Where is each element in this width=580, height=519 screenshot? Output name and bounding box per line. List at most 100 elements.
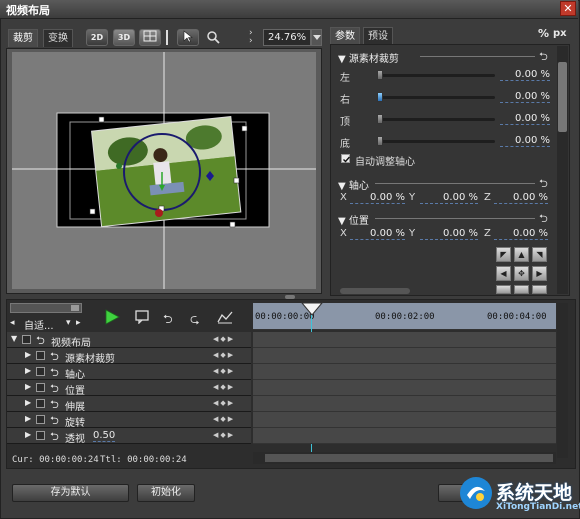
params-scroll-thumb[interactable] <box>558 62 567 132</box>
move-down-icon[interactable] <box>514 285 529 294</box>
keyframe-nav-icon[interactable]: ◀◆▶ <box>213 367 235 375</box>
keyframe-nav-icon[interactable]: ◀◆▶ <box>213 351 235 359</box>
expand-icon[interactable]: ▶ <box>25 366 31 375</box>
interp-select[interactable]: 自适... <box>24 317 54 332</box>
track-row[interactable]: ▶ ⮌ 伸展 ◀◆▶ <box>7 396 251 413</box>
keyframe-lanes[interactable] <box>253 332 556 444</box>
view-grid-icon[interactable] <box>139 29 161 46</box>
expand-icon[interactable]: ▶ <box>25 430 31 439</box>
timeline-vscrollbar[interactable] <box>557 303 568 458</box>
track-checkbox[interactable] <box>36 399 45 408</box>
undo-icon[interactable]: ⮌ <box>163 310 173 331</box>
tab-transform[interactable]: 变换 <box>43 29 73 47</box>
interp-next-icon[interactable]: ▸ <box>76 318 81 328</box>
tab-params[interactable]: 参数 <box>330 27 360 45</box>
expand-icon[interactable]: ▶ <box>25 382 31 391</box>
timeline-zoom-thumb[interactable] <box>71 305 79 311</box>
collapsed-section-header[interactable] <box>340 288 410 294</box>
move-down-left-icon[interactable] <box>496 285 511 294</box>
keyframe-lane[interactable] <box>253 332 556 348</box>
curve-graph-icon[interactable] <box>217 310 233 327</box>
auto-adjust-checkbox[interactable] <box>341 154 351 163</box>
position-section-header[interactable]: ▼ 位置 <box>338 212 369 227</box>
track-value[interactable]: 0.50 <box>93 430 116 442</box>
move-up-left-icon[interactable]: ◤ <box>496 247 511 262</box>
timeline-hscroll-thumb[interactable] <box>265 454 553 462</box>
move-right-icon[interactable]: ▶ <box>532 266 547 281</box>
tab-presets[interactable]: 预设 <box>363 27 393 45</box>
crop-bottom-thumb[interactable] <box>377 136 383 146</box>
timeline-zoom-slider[interactable] <box>10 303 82 313</box>
magnifier-icon[interactable] <box>206 30 220 47</box>
init-button[interactable]: 初始化 <box>137 484 195 502</box>
track-checkbox[interactable] <box>36 367 45 376</box>
timeline-hscrollbar[interactable] <box>253 452 556 464</box>
keyframe-lane[interactable] <box>253 412 556 428</box>
keyframe-lane[interactable] <box>253 380 556 396</box>
expand-icon[interactable]: ▶ <box>25 350 31 359</box>
track-row[interactable]: ▶ ⮌ 轴心 ◀◆▶ <box>7 364 251 381</box>
interp-prev-icon[interactable]: ◂ <box>10 318 15 328</box>
redo-icon[interactable]: ⮎ <box>190 310 200 331</box>
keyframe-lane[interactable] <box>253 364 556 380</box>
view-3d-icon[interactable]: 3D <box>113 29 135 46</box>
move-up-icon[interactable]: ▲ <box>514 247 529 262</box>
position-x-value[interactable]: 0.00 % <box>350 228 405 240</box>
undo-icon[interactable]: ⮌ <box>50 428 59 447</box>
params-scrollbar[interactable] <box>557 46 568 294</box>
crop-top-value[interactable]: 0.00 % <box>500 113 550 125</box>
crop-left-thumb[interactable] <box>377 70 383 80</box>
undo-icon[interactable]: ⮌ <box>539 210 548 229</box>
crop-bottom-value[interactable]: 0.00 % <box>500 135 550 147</box>
zoom-dropdown[interactable] <box>311 29 322 46</box>
zoom-input[interactable]: 24.76% <box>263 29 311 46</box>
move-center-icon[interactable]: ✥ <box>514 266 529 281</box>
crop-top-slider[interactable] <box>377 118 495 121</box>
crop-left-value[interactable]: 0.00 % <box>500 69 550 81</box>
track-row[interactable]: ▶ ⮌ 源素材裁剪 ◀◆▶ <box>7 348 251 365</box>
crop-bottom-slider[interactable] <box>377 140 495 143</box>
track-row[interactable]: ▶ ⮌ 旋转 ◀◆▶ <box>7 412 251 429</box>
keyframe-lane[interactable] <box>253 396 556 412</box>
unit-px[interactable]: px <box>553 28 567 39</box>
position-z-value[interactable]: 0.00 % <box>494 228 548 240</box>
save-default-button[interactable]: 存为默认 <box>12 484 129 502</box>
preview-canvas[interactable] <box>12 52 316 289</box>
keyframe-nav-icon[interactable]: ◀◆▶ <box>213 431 235 439</box>
move-up-right-icon[interactable]: ◥ <box>532 247 547 262</box>
close-icon[interactable]: ✕ <box>560 1 576 16</box>
track-checkbox[interactable] <box>36 431 45 440</box>
move-down-right-icon[interactable] <box>532 285 547 294</box>
auto-adjust-label[interactable]: 自动调整轴心 <box>355 153 415 168</box>
collapse-icon[interactable]: ▼ <box>11 334 17 343</box>
axis-z-value[interactable]: 0.00 % <box>494 192 548 204</box>
interp-dropdown-icon[interactable]: ▾ <box>66 318 71 328</box>
track-row[interactable]: ▶ ⮌ 透视 0.50 ◀◆▶ <box>7 428 251 447</box>
track-checkbox[interactable] <box>36 415 45 424</box>
expand-icon[interactable]: ▶ <box>25 398 31 407</box>
tab-crop[interactable]: 裁剪 <box>8 29 38 47</box>
keyframe-nav-icon[interactable]: ◀◆▶ <box>213 399 235 407</box>
keyframe-lane[interactable] <box>253 428 556 444</box>
comment-icon[interactable] <box>135 310 149 327</box>
crop-section-header[interactable]: ▼ 源素材裁剪 <box>338 50 399 65</box>
track-row[interactable]: ▼ ⮌ 视频布局 ◀◆▶ <box>7 332 251 349</box>
play-icon[interactable] <box>104 309 120 328</box>
track-checkbox[interactable] <box>36 351 45 360</box>
crop-right-thumb[interactable] <box>377 92 383 102</box>
track-checkbox[interactable] <box>22 335 31 344</box>
keyframe-nav-icon[interactable]: ◀◆▶ <box>213 335 235 343</box>
track-checkbox[interactable] <box>36 383 45 392</box>
keyframe-nav-icon[interactable]: ◀◆▶ <box>213 415 235 423</box>
arrow-select-icon[interactable] <box>177 29 199 46</box>
track-row[interactable]: ▶ ⮌ 位置 ◀◆▶ <box>7 380 251 397</box>
position-y-value[interactable]: 0.00 % <box>420 228 478 240</box>
move-left-icon[interactable]: ◀ <box>496 266 511 281</box>
double-chevron-down-icon[interactable]: › › <box>249 29 253 46</box>
crop-right-slider[interactable] <box>377 96 495 99</box>
crop-left-slider[interactable] <box>377 74 495 77</box>
unit-percent[interactable]: % <box>538 27 549 40</box>
keyframe-nav-icon[interactable]: ◀◆▶ <box>213 383 235 391</box>
undo-icon[interactable]: ⮌ <box>539 48 548 67</box>
axis-section-header[interactable]: ▼ 轴心 <box>338 177 369 192</box>
